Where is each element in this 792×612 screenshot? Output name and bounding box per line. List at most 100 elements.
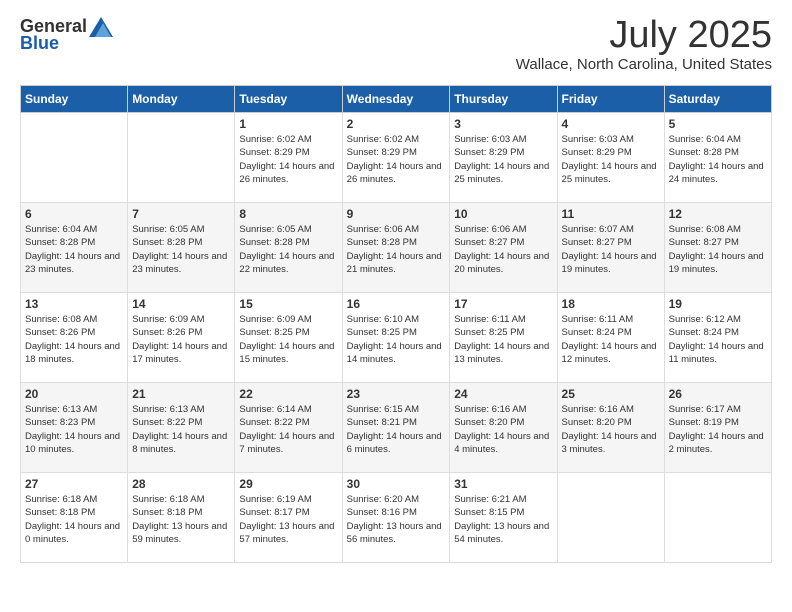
day-info: Sunrise: 6:09 AMSunset: 8:26 PMDaylight:… — [132, 313, 230, 366]
weekday-header: Monday — [128, 86, 235, 113]
calendar-week-row: 6 Sunrise: 6:04 AMSunset: 8:28 PMDaylight… — [21, 203, 772, 293]
calendar-cell: 7 Sunrise: 6:05 AMSunset: 8:28 PMDaylight… — [128, 203, 235, 293]
day-number: 1 — [239, 117, 337, 131]
weekday-header: Tuesday — [235, 86, 342, 113]
day-info: Sunrise: 6:16 AMSunset: 8:20 PMDaylight:… — [562, 403, 660, 456]
weekday-header: Thursday — [450, 86, 557, 113]
calendar-cell: 10Sunrise: 6:06 AMSunset: 8:27 PMDayligh… — [450, 203, 557, 293]
day-number: 20 — [25, 387, 123, 401]
day-number: 28 — [132, 477, 230, 491]
day-number: 13 — [25, 297, 123, 311]
calendar-cell: 25Sunrise: 6:16 AMSunset: 8:20 PMDayligh… — [557, 383, 664, 473]
day-number: 7 — [132, 207, 230, 221]
day-info: Sunrise: 6:08 AMSunset: 8:26 PMDaylight:… — [25, 313, 123, 366]
day-info: Sunrise: 6:10 AMSunset: 8:25 PMDaylight:… — [347, 313, 446, 366]
calendar-week-row: 27Sunrise: 6:18 AMSunset: 8:18 PMDayligh… — [21, 473, 772, 563]
day-number: 30 — [347, 477, 446, 491]
calendar-cell: 29 Sunrise: 6:19 AMSunset: 8:17 PMDayligh… — [235, 473, 342, 563]
calendar-cell: 21 Sunrise: 6:13 AMSunset: 8:22 PMDayligh… — [128, 383, 235, 473]
day-number: 9 — [347, 207, 446, 221]
day-number: 11 — [562, 207, 660, 221]
calendar-cell: 27Sunrise: 6:18 AMSunset: 8:18 PMDayligh… — [21, 473, 128, 563]
logo: General Blue — [20, 16, 115, 54]
day-info: Sunrise: 6:02 AMSunset: 8:29 PMDaylight:… — [239, 133, 337, 186]
day-number: 3 — [454, 117, 552, 131]
calendar-table: SundayMondayTuesdayWednesdayThursdayFrid… — [20, 85, 772, 563]
day-info: Sunrise: 6:15 AMSunset: 8:21 PMDaylight:… — [347, 403, 446, 456]
day-info: Sunrise: 6:07 AMSunset: 8:27 PMDaylight:… — [562, 223, 660, 276]
header-row: SundayMondayTuesdayWednesdayThursdayFrid… — [21, 86, 772, 113]
day-info: Sunrise: 6:13 AMSunset: 8:23 PMDaylight:… — [25, 403, 123, 456]
day-info: Sunrise: 6:12 AMSunset: 8:24 PMDaylight:… — [669, 313, 767, 366]
day-number: 31 — [454, 477, 552, 491]
calendar-cell: 16 Sunrise: 6:10 AMSunset: 8:25 PMDayligh… — [342, 293, 450, 383]
calendar-cell: 8Sunrise: 6:05 AMSunset: 8:28 PMDaylight… — [235, 203, 342, 293]
day-number: 16 — [347, 297, 446, 311]
day-number: 2 — [347, 117, 446, 131]
day-info: Sunrise: 6:19 AMSunset: 8:17 PMDaylight:… — [239, 493, 337, 546]
day-number: 18 — [562, 297, 660, 311]
day-number: 14 — [132, 297, 230, 311]
calendar-week-row: 13 Sunrise: 6:08 AMSunset: 8:26 PMDayligh… — [21, 293, 772, 383]
calendar-cell: 11 Sunrise: 6:07 AMSunset: 8:27 PMDayligh… — [557, 203, 664, 293]
calendar-cell: 22 Sunrise: 6:14 AMSunset: 8:22 PMDayligh… — [235, 383, 342, 473]
day-info: Sunrise: 6:08 AMSunset: 8:27 PMDaylight:… — [669, 223, 767, 276]
calendar-cell: 30 Sunrise: 6:20 AMSunset: 8:16 PMDayligh… — [342, 473, 450, 563]
day-info: Sunrise: 6:16 AMSunset: 8:20 PMDaylight:… — [454, 403, 552, 456]
weekday-header: Wednesday — [342, 86, 450, 113]
day-info: Sunrise: 6:06 AMSunset: 8:28 PMDaylight:… — [347, 223, 446, 276]
calendar-cell: 14 Sunrise: 6:09 AMSunset: 8:26 PMDayligh… — [128, 293, 235, 383]
day-info: Sunrise: 6:03 AMSunset: 8:29 PMDaylight:… — [562, 133, 660, 186]
day-info: Sunrise: 6:20 AMSunset: 8:16 PMDaylight:… — [347, 493, 446, 546]
calendar-cell: 17 Sunrise: 6:11 AMSunset: 8:25 PMDayligh… — [450, 293, 557, 383]
day-info: Sunrise: 6:02 AMSunset: 8:29 PMDaylight:… — [347, 133, 446, 186]
location-title: Wallace, North Carolina, United States — [516, 56, 772, 73]
day-number: 26 — [669, 387, 767, 401]
calendar-cell: 12Sunrise: 6:08 AMSunset: 8:27 PMDayligh… — [664, 203, 771, 293]
calendar-cell: 6 Sunrise: 6:04 AMSunset: 8:28 PMDaylight… — [21, 203, 128, 293]
day-number: 22 — [239, 387, 337, 401]
day-number: 15 — [239, 297, 337, 311]
day-number: 19 — [669, 297, 767, 311]
day-info: Sunrise: 6:13 AMSunset: 8:22 PMDaylight:… — [132, 403, 230, 456]
calendar-cell: 9 Sunrise: 6:06 AMSunset: 8:28 PMDaylight… — [342, 203, 450, 293]
day-number: 17 — [454, 297, 552, 311]
calendar-cell: 19 Sunrise: 6:12 AMSunset: 8:24 PMDayligh… — [664, 293, 771, 383]
page-header: General Blue July 2025 Wallace, North Ca… — [20, 16, 772, 73]
calendar-cell: 5 Sunrise: 6:04 AMSunset: 8:28 PMDaylight… — [664, 113, 771, 203]
calendar-cell: 24 Sunrise: 6:16 AMSunset: 8:20 PMDayligh… — [450, 383, 557, 473]
logo-icon — [89, 17, 113, 37]
day-info: Sunrise: 6:11 AMSunset: 8:25 PMDaylight:… — [454, 313, 552, 366]
calendar-cell — [128, 113, 235, 203]
calendar-cell: 15 Sunrise: 6:09 AMSunset: 8:25 PMDayligh… — [235, 293, 342, 383]
day-info: Sunrise: 6:03 AMSunset: 8:29 PMDaylight:… — [454, 133, 552, 186]
calendar-cell: 3 Sunrise: 6:03 AMSunset: 8:29 PMDaylight… — [450, 113, 557, 203]
title-area: July 2025 Wallace, North Carolina, Unite… — [516, 16, 772, 73]
day-number: 6 — [25, 207, 123, 221]
calendar-cell: 13 Sunrise: 6:08 AMSunset: 8:26 PMDayligh… — [21, 293, 128, 383]
calendar-cell — [664, 473, 771, 563]
day-number: 5 — [669, 117, 767, 131]
day-info: Sunrise: 6:09 AMSunset: 8:25 PMDaylight:… — [239, 313, 337, 366]
day-info: Sunrise: 6:04 AMSunset: 8:28 PMDaylight:… — [25, 223, 123, 276]
day-info: Sunrise: 6:05 AMSunset: 8:28 PMDaylight:… — [132, 223, 230, 276]
calendar-cell — [21, 113, 128, 203]
day-info: Sunrise: 6:11 AMSunset: 8:24 PMDaylight:… — [562, 313, 660, 366]
calendar-cell: 23Sunrise: 6:15 AMSunset: 8:21 PMDayligh… — [342, 383, 450, 473]
day-number: 29 — [239, 477, 337, 491]
calendar-cell: 18 Sunrise: 6:11 AMSunset: 8:24 PMDayligh… — [557, 293, 664, 383]
day-number: 21 — [132, 387, 230, 401]
day-number: 24 — [454, 387, 552, 401]
calendar-cell: 28Sunrise: 6:18 AMSunset: 8:18 PMDayligh… — [128, 473, 235, 563]
day-info: Sunrise: 6:04 AMSunset: 8:28 PMDaylight:… — [669, 133, 767, 186]
calendar-week-row: 20 Sunrise: 6:13 AMSunset: 8:23 PMDayligh… — [21, 383, 772, 473]
calendar-week-row: 1 Sunrise: 6:02 AMSunset: 8:29 PMDaylight… — [21, 113, 772, 203]
day-info: Sunrise: 6:05 AMSunset: 8:28 PMDaylight:… — [239, 223, 337, 276]
day-info: Sunrise: 6:14 AMSunset: 8:22 PMDaylight:… — [239, 403, 337, 456]
day-info: Sunrise: 6:17 AMSunset: 8:19 PMDaylight:… — [669, 403, 767, 456]
calendar-cell: 4Sunrise: 6:03 AMSunset: 8:29 PMDaylight… — [557, 113, 664, 203]
day-info: Sunrise: 6:18 AMSunset: 8:18 PMDaylight:… — [25, 493, 123, 546]
day-info: Sunrise: 6:06 AMSunset: 8:27 PMDaylight:… — [454, 223, 552, 276]
calendar-cell — [557, 473, 664, 563]
calendar-cell: 2 Sunrise: 6:02 AMSunset: 8:29 PMDaylight… — [342, 113, 450, 203]
